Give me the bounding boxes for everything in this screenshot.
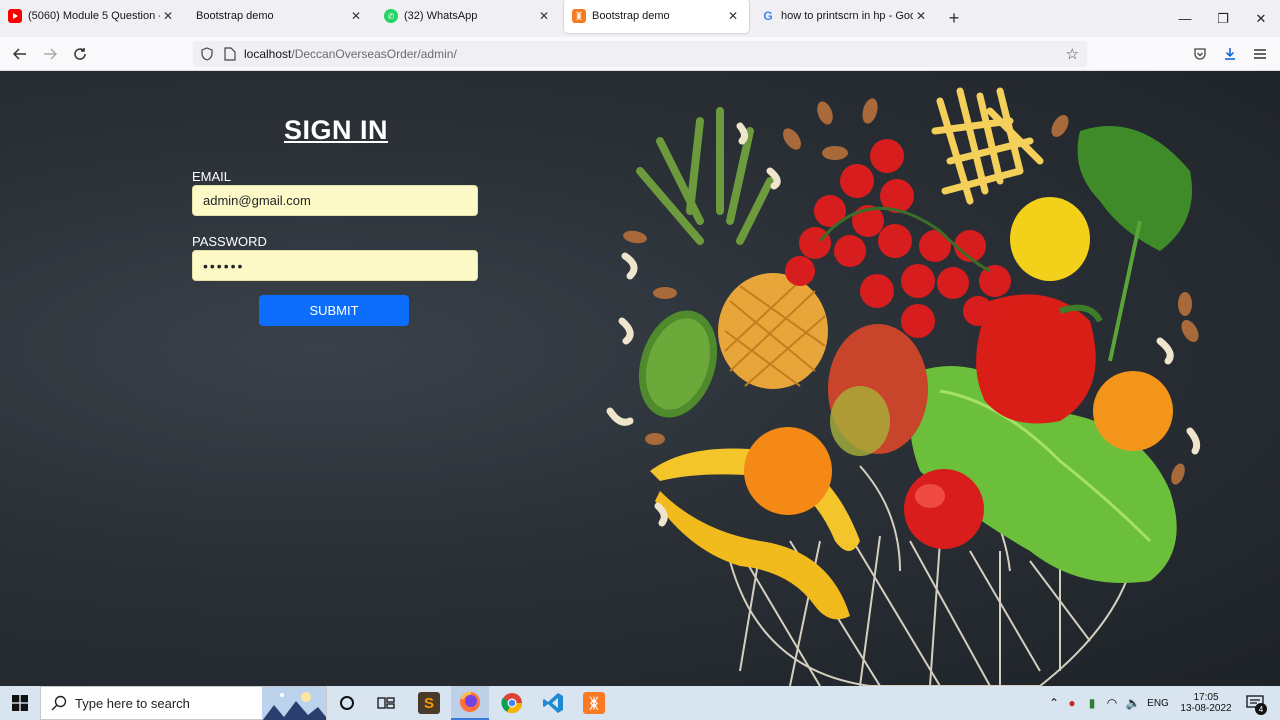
- task-view-icon: [377, 697, 395, 709]
- downloads-button[interactable]: [1217, 41, 1243, 67]
- chrome-icon: [501, 693, 523, 714]
- bookmark-star-icon[interactable]: ☆: [1066, 45, 1079, 63]
- taskbar-sublime[interactable]: S: [411, 686, 447, 720]
- tab-youtube[interactable]: (5060) Module 5 Question - Pa ✕: [0, 0, 184, 33]
- notification-count: 4: [1255, 703, 1267, 715]
- menu-button[interactable]: [1247, 41, 1273, 67]
- security-icon[interactable]: ●: [1062, 696, 1082, 710]
- nav-bar: localhost/DeccanOverseasOrder/admin/ ☆: [0, 37, 1280, 71]
- arrow-right-icon: [44, 48, 57, 60]
- xampp-icon: ᛤ: [583, 692, 605, 714]
- close-icon[interactable]: ✕: [160, 9, 176, 23]
- email-label: EMAIL: [192, 169, 232, 184]
- sign-in-heading: SIGN IN: [284, 115, 389, 145]
- tab-whatsapp[interactable]: ✆ (32) WhatsApp ✕: [376, 0, 560, 33]
- tab-strip: (5060) Module 5 Question - Pa ✕ Bootstra…: [0, 0, 1280, 37]
- new-tab-button[interactable]: +: [940, 1, 968, 35]
- search-highlight-image: [262, 687, 326, 720]
- close-icon[interactable]: ✕: [536, 9, 552, 23]
- shield-icon: [201, 47, 213, 61]
- tab-title: (5060) Module 5 Question - Pa: [28, 10, 160, 22]
- page-icon: [224, 47, 236, 61]
- notifications-button[interactable]: 4: [1240, 686, 1270, 720]
- google-icon: G: [763, 9, 773, 23]
- whatsapp-icon: ✆: [384, 9, 398, 23]
- page-content: SIGN IN EMAIL admin@gmail.com PASSWORD •…: [0, 71, 1280, 686]
- tab-title: Bootstrap demo: [196, 10, 274, 22]
- clock-time: 17:05: [1193, 692, 1219, 703]
- tab-bootstrap-demo-active[interactable]: ᛤ Bootstrap demo ✕: [564, 0, 749, 33]
- minimize-button[interactable]: —: [1166, 0, 1204, 37]
- address-bar[interactable]: localhost/DeccanOverseasOrder/admin/ ☆: [193, 41, 1087, 67]
- xampp-icon: ᛤ: [572, 9, 586, 23]
- taskbar: Type here to search S ᛤ ⌃ ● ▮ ◠ 🔈 ENG 17…: [0, 686, 1280, 720]
- restore-button[interactable]: ❐: [1204, 0, 1242, 37]
- sublime-icon: S: [418, 692, 440, 714]
- tab-google-search[interactable]: G how to printscrn in hp - Google ✕: [753, 0, 937, 33]
- forward-button[interactable]: [37, 41, 63, 67]
- reload-icon: [74, 48, 86, 60]
- submit-button[interactable]: SUBMIT: [259, 295, 409, 326]
- tab-title: Bootstrap demo: [592, 10, 670, 22]
- url-path: /DeccanOverseasOrder/admin/: [291, 47, 457, 61]
- search-placeholder: Type here to search: [75, 695, 190, 711]
- password-label: PASSWORD: [192, 234, 267, 249]
- clock[interactable]: 17:05 13-08-2022: [1174, 686, 1238, 720]
- download-icon: [1225, 48, 1235, 60]
- search-icon: [51, 695, 67, 711]
- vscode-icon: [543, 693, 563, 713]
- url-text: localhost/DeccanOverseasOrder/admin/: [244, 47, 457, 61]
- windows-icon: [12, 695, 28, 711]
- chevron-up-icon[interactable]: ⌃: [1046, 696, 1062, 710]
- cortana-icon: [340, 696, 354, 710]
- language-indicator[interactable]: ENG: [1144, 698, 1172, 709]
- task-view-button[interactable]: [369, 686, 403, 720]
- cortana-button[interactable]: [331, 686, 363, 720]
- firefox-icon: [460, 691, 480, 712]
- volume-icon[interactable]: 🔈: [1122, 696, 1144, 710]
- clock-date: 13-08-2022: [1180, 703, 1232, 714]
- email-field[interactable]: admin@gmail.com: [192, 185, 478, 216]
- close-icon[interactable]: ✕: [725, 9, 741, 23]
- reload-button[interactable]: [67, 41, 93, 67]
- taskbar-chrome[interactable]: [493, 686, 531, 720]
- taskbar-search[interactable]: Type here to search: [40, 686, 327, 720]
- url-host: localhost: [244, 47, 292, 61]
- close-window-button[interactable]: ✕: [1242, 0, 1280, 37]
- tab-title: (32) WhatsApp: [404, 10, 478, 22]
- pocket-button[interactable]: [1187, 41, 1213, 67]
- taskbar-xampp[interactable]: ᛤ: [576, 686, 612, 720]
- password-field[interactable]: ••••••: [192, 250, 478, 281]
- tab-title: how to printscrn in hp - Google: [781, 10, 913, 22]
- start-button[interactable]: [0, 686, 40, 720]
- arrow-left-icon: [13, 48, 26, 60]
- youtube-icon: [8, 9, 22, 23]
- back-button[interactable]: [7, 41, 33, 67]
- close-icon[interactable]: ✕: [913, 9, 929, 23]
- tab-bootstrap-demo-1[interactable]: Bootstrap demo ✕: [188, 0, 372, 33]
- taskbar-firefox[interactable]: [451, 686, 489, 720]
- system-tray: ⌃ ● ▮ ◠ 🔈 ENG: [1046, 686, 1172, 720]
- pocket-icon: [1194, 48, 1206, 60]
- close-icon[interactable]: ✕: [348, 9, 364, 23]
- hamburger-icon: [1254, 49, 1266, 59]
- groceries-image: [606, 87, 1201, 686]
- wifi-icon[interactable]: ◠: [1102, 696, 1122, 710]
- battery-icon[interactable]: ▮: [1082, 696, 1102, 710]
- taskbar-vscode[interactable]: [535, 686, 571, 720]
